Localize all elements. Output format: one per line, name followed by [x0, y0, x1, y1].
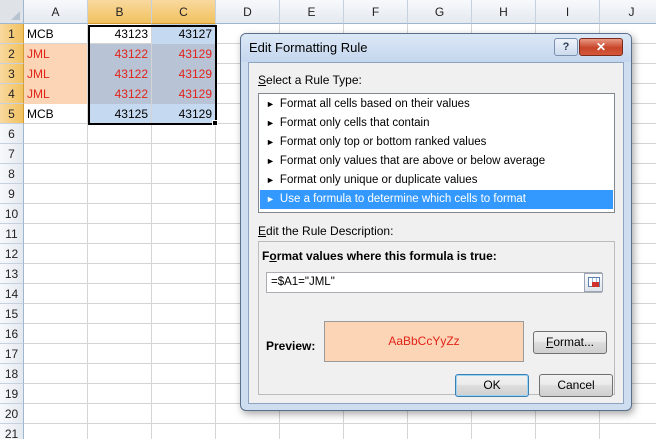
column-header-g[interactable]: G	[408, 0, 472, 24]
row-header[interactable]: 16	[0, 324, 24, 344]
row-header[interactable]: 20	[0, 404, 24, 424]
arrow-right-icon: ►	[266, 118, 275, 128]
rule-description-panel	[258, 241, 615, 395]
cell-c2[interactable]: 43129	[152, 44, 215, 64]
arrow-right-icon: ►	[266, 194, 275, 204]
cell-b4[interactable]: 43122	[88, 84, 151, 104]
column-header-h[interactable]: H	[472, 0, 536, 24]
dialog-title-bar[interactable]: Edit Formatting Rule ? ✕	[241, 34, 631, 62]
row-header[interactable]: 17	[0, 344, 24, 364]
cell-a3[interactable]: JML	[24, 64, 87, 84]
column-header-c[interactable]: C	[152, 0, 216, 24]
cell-c4[interactable]: 43129	[152, 84, 215, 104]
row-header[interactable]: 2	[0, 44, 24, 64]
close-button[interactable]: ✕	[579, 38, 623, 56]
row-header[interactable]: 18	[0, 364, 24, 384]
row-header[interactable]: 9	[0, 184, 24, 204]
cell-b5[interactable]: 43125	[88, 104, 151, 124]
cell-a2[interactable]: JML	[24, 44, 87, 64]
cell-b1[interactable]: 43123	[88, 24, 151, 44]
cell-b2[interactable]: 43122	[88, 44, 151, 64]
row-header[interactable]: 15	[0, 304, 24, 324]
column-header-e[interactable]: E	[280, 0, 344, 24]
arrow-right-icon: ►	[266, 175, 275, 185]
cell-a5[interactable]: MCB	[24, 104, 87, 124]
cell-b3[interactable]: 43122	[88, 64, 151, 84]
row-header[interactable]: 8	[0, 164, 24, 184]
dialog-body: Select a Rule Type: ► Format all cells ba…	[248, 62, 624, 404]
row-header[interactable]: 12	[0, 244, 24, 264]
arrow-right-icon: ►	[266, 137, 275, 147]
row-header[interactable]: 13	[0, 264, 24, 284]
row-header[interactable]: 4	[0, 84, 24, 104]
rule-type-list[interactable]: ► Format all cells based on their values …	[258, 93, 615, 213]
cell-c1[interactable]: 43127	[152, 24, 215, 44]
row-header[interactable]: 5	[0, 104, 24, 124]
edit-rule-description-label: Edit the Rule Description:	[258, 224, 394, 238]
select-rule-type-label: Select a Rule Type:	[258, 73, 362, 87]
row-header[interactable]: 11	[0, 224, 24, 244]
row-header[interactable]: 21	[0, 424, 24, 439]
help-button[interactable]: ?	[554, 38, 578, 56]
arrow-right-icon: ►	[266, 99, 275, 109]
preview-label: Preview:	[266, 339, 316, 353]
row-header[interactable]: 19	[0, 384, 24, 404]
cell-c5[interactable]: 43129	[152, 104, 215, 124]
formula-section-title: Format values where this formula is true…	[262, 249, 497, 263]
format-preview: AaBbCcYyZz	[324, 321, 524, 362]
formula-input[interactable]: =$A1="JML"	[266, 272, 602, 293]
cell-c3[interactable]: 43129	[152, 64, 215, 84]
row-header[interactable]: 3	[0, 64, 24, 84]
column-header-f[interactable]: F	[344, 0, 408, 24]
column-header-i[interactable]: I	[536, 0, 600, 24]
gridline	[24, 423, 656, 424]
cell-a4[interactable]: JML	[24, 84, 87, 104]
rule-type-item[interactable]: ► Format all cells based on their values	[260, 95, 613, 114]
select-all-corner[interactable]	[0, 0, 24, 24]
edit-formatting-rule-dialog: Edit Formatting Rule ? ✕ Select a Rule T…	[240, 33, 632, 411]
format-button[interactable]: Format...	[533, 331, 607, 354]
column-header-a[interactable]: A	[24, 0, 88, 24]
cell-a1[interactable]: MCB	[24, 24, 87, 44]
row-header[interactable]: 1	[0, 24, 24, 44]
row-header[interactable]: 14	[0, 284, 24, 304]
rule-type-item[interactable]: ► Format only cells that contain	[260, 114, 613, 133]
gridline	[215, 24, 216, 439]
rule-type-item[interactable]: ► Format only top or bottom ranked values	[260, 133, 613, 152]
dialog-title: Edit Formatting Rule	[249, 40, 368, 55]
cancel-button[interactable]: Cancel	[539, 374, 613, 397]
column-header-d[interactable]: D	[216, 0, 280, 24]
arrow-right-icon: ►	[266, 156, 275, 166]
column-header-j[interactable]: J	[600, 0, 656, 24]
rule-type-item[interactable]: ► Format only values that are above or be…	[260, 152, 613, 171]
collapse-dialog-button[interactable]	[584, 273, 603, 292]
rule-type-item[interactable]: ► Format only unique or duplicate values	[260, 171, 613, 190]
rule-type-item-selected[interactable]: ► Use a formula to determine which cells …	[260, 190, 613, 209]
fill-handle[interactable]	[212, 120, 218, 126]
collapse-arrow-icon	[592, 282, 599, 287]
row-header[interactable]: 6	[0, 124, 24, 144]
row-header[interactable]: 7	[0, 144, 24, 164]
column-header-b[interactable]: B	[88, 0, 152, 24]
row-header[interactable]: 10	[0, 204, 24, 224]
ok-button[interactable]: OK	[455, 374, 529, 397]
